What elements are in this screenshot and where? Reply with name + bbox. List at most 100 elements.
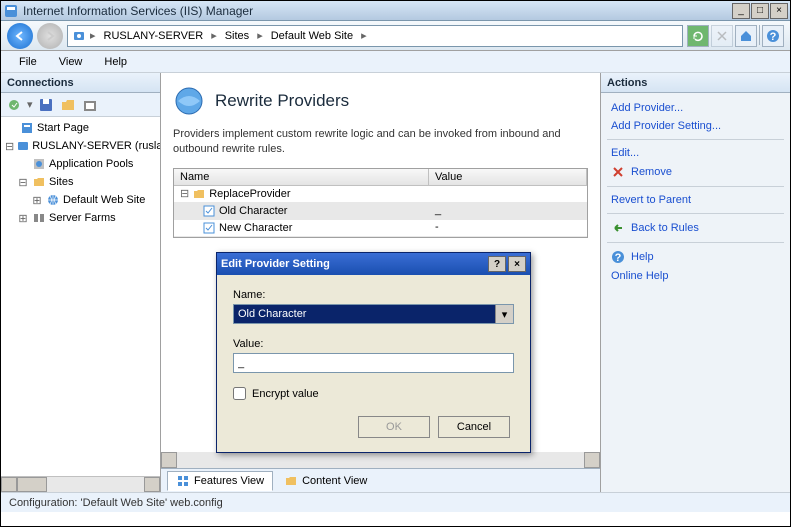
menu-help[interactable]: Help [94, 54, 137, 70]
value-input[interactable] [233, 353, 514, 373]
rewrite-providers-icon [173, 85, 205, 117]
minimize-button[interactable]: _ [732, 3, 750, 19]
tab-features-view[interactable]: Features View [167, 471, 273, 491]
connections-scrollbar[interactable] [1, 476, 160, 492]
refresh-button[interactable] [687, 25, 709, 47]
tree-start-page[interactable]: Start Page [3, 119, 158, 137]
collapse-icon[interactable]: ⊟ [17, 176, 29, 189]
menu-file[interactable]: File [9, 54, 47, 70]
name-combobox[interactable]: Old Character ▾ [233, 304, 514, 324]
collapse-icon[interactable]: ⊟ [180, 187, 189, 200]
separator [607, 242, 784, 243]
help-dropdown-button[interactable]: ? [762, 25, 784, 47]
chevron-right-icon: ▸ [211, 29, 217, 42]
menubar: File View Help [1, 51, 790, 73]
ok-button[interactable]: OK [358, 416, 430, 438]
home-button[interactable] [735, 25, 757, 47]
addressbar[interactable]: ▸ RUSLANY-SERVER ▸ Sites ▸ Default Web S… [67, 25, 683, 47]
close-button[interactable]: × [770, 3, 788, 19]
maximize-button[interactable]: □ [751, 3, 769, 19]
value-label: Value: [233, 338, 514, 350]
server-icon [72, 29, 86, 43]
action-edit[interactable]: Edit... [601, 144, 790, 162]
grid-row-setting[interactable]: New Character - [174, 220, 587, 237]
grid-row-setting[interactable]: Old Character _ [174, 203, 587, 220]
help-icon: ? [611, 250, 625, 264]
forward-button[interactable] [37, 23, 63, 49]
action-remove[interactable]: Remove [601, 162, 790, 182]
action-back-to-rules[interactable]: Back to Rules [601, 218, 790, 238]
action-add-provider[interactable]: Add Provider... [601, 99, 790, 117]
encrypt-checkbox[interactable] [233, 387, 246, 400]
view-tabs: Features View Content View [161, 468, 600, 492]
column-value[interactable]: Value [429, 169, 587, 185]
action-revert[interactable]: Revert to Parent [601, 191, 790, 209]
connections-panel: Connections ▾ Start Page ⊟ RUSLANY-SERVE… [1, 73, 161, 492]
action-add-setting[interactable]: Add Provider Setting... [601, 117, 790, 135]
breadcrumb-site[interactable]: Default Web Site [267, 30, 357, 42]
features-icon [176, 474, 190, 488]
expand-icon[interactable]: ⊞ [17, 212, 29, 225]
scroll-left-button[interactable] [1, 477, 17, 492]
remove-icon [611, 165, 625, 179]
dialog-close-button[interactable]: × [508, 256, 526, 272]
collapse-icon[interactable]: ⊟ [5, 140, 14, 153]
tree-sites[interactable]: ⊟ Sites [3, 173, 158, 191]
connect-button[interactable] [5, 96, 23, 114]
folder-icon [192, 187, 206, 201]
dialog-help-button[interactable]: ? [488, 256, 506, 272]
tree-default-site[interactable]: ⊞ Default Web Site [3, 191, 158, 209]
content-scrollbar[interactable] [161, 452, 600, 468]
breadcrumb-server[interactable]: RUSLANY-SERVER [100, 30, 208, 42]
back-arrow-icon [611, 221, 625, 235]
dialog-title-text: Edit Provider Setting [221, 258, 486, 270]
save-button[interactable] [37, 96, 55, 114]
column-name[interactable]: Name [174, 169, 429, 185]
setting-icon [202, 221, 216, 235]
tree-app-pools[interactable]: Application Pools [3, 155, 158, 173]
chevron-down-icon[interactable]: ▾ [495, 305, 513, 323]
setting-icon [202, 204, 216, 218]
folder-icon [31, 174, 47, 190]
open-button[interactable] [59, 96, 77, 114]
expand-icon[interactable]: ⊞ [31, 194, 43, 207]
iis-icon [3, 3, 19, 19]
scroll-thumb[interactable] [17, 477, 47, 492]
tab-content-view[interactable]: Content View [275, 471, 376, 491]
content-icon [284, 474, 298, 488]
page-description: Providers implement custom rewrite logic… [173, 127, 588, 158]
scroll-right-button[interactable] [584, 452, 600, 468]
dropdown-icon[interactable]: ▾ [27, 98, 33, 111]
chevron-right-icon: ▸ [257, 29, 263, 42]
scroll-left-button[interactable] [161, 452, 177, 468]
separator [607, 213, 784, 214]
name-label: Name: [233, 289, 514, 301]
connections-header: Connections [1, 73, 160, 93]
server-farms-icon [31, 210, 47, 226]
stop-button[interactable] [711, 25, 733, 47]
breadcrumb-sites[interactable]: Sites [221, 30, 253, 42]
status-text: Configuration: 'Default Web Site' web.co… [9, 497, 223, 509]
tree-server[interactable]: ⊟ RUSLANY-SERVER (ruslany) [3, 137, 158, 155]
globe-icon [45, 192, 61, 208]
chevron-right-icon: ▸ [361, 29, 367, 42]
menu-view[interactable]: View [49, 54, 93, 70]
scroll-right-button[interactable] [144, 477, 160, 492]
separator [607, 139, 784, 140]
action-help[interactable]: ? Help [601, 247, 790, 267]
edit-provider-dialog: Edit Provider Setting ? × Name: Old Char… [216, 252, 531, 453]
up-button[interactable] [81, 96, 99, 114]
tree-server-farms[interactable]: ⊞ Server Farms [3, 209, 158, 227]
grid-row-provider[interactable]: ⊟ReplaceProvider [174, 186, 587, 203]
encrypt-label: Encrypt value [252, 388, 319, 400]
titlebar: Internet Information Services (IIS) Mana… [1, 1, 790, 21]
back-button[interactable] [7, 23, 33, 49]
navbar: ▸ RUSLANY-SERVER ▸ Sites ▸ Default Web S… [1, 21, 790, 51]
page-title: Rewrite Providers [215, 91, 349, 111]
cancel-button[interactable]: Cancel [438, 416, 510, 438]
action-online-help[interactable]: Online Help [601, 267, 790, 285]
app-pools-icon [31, 156, 47, 172]
statusbar: Configuration: 'Default Web Site' web.co… [1, 492, 790, 512]
dialog-titlebar[interactable]: Edit Provider Setting ? × [217, 253, 530, 275]
providers-grid: Name Value ⊟ReplaceProvider Old Characte… [173, 168, 588, 238]
